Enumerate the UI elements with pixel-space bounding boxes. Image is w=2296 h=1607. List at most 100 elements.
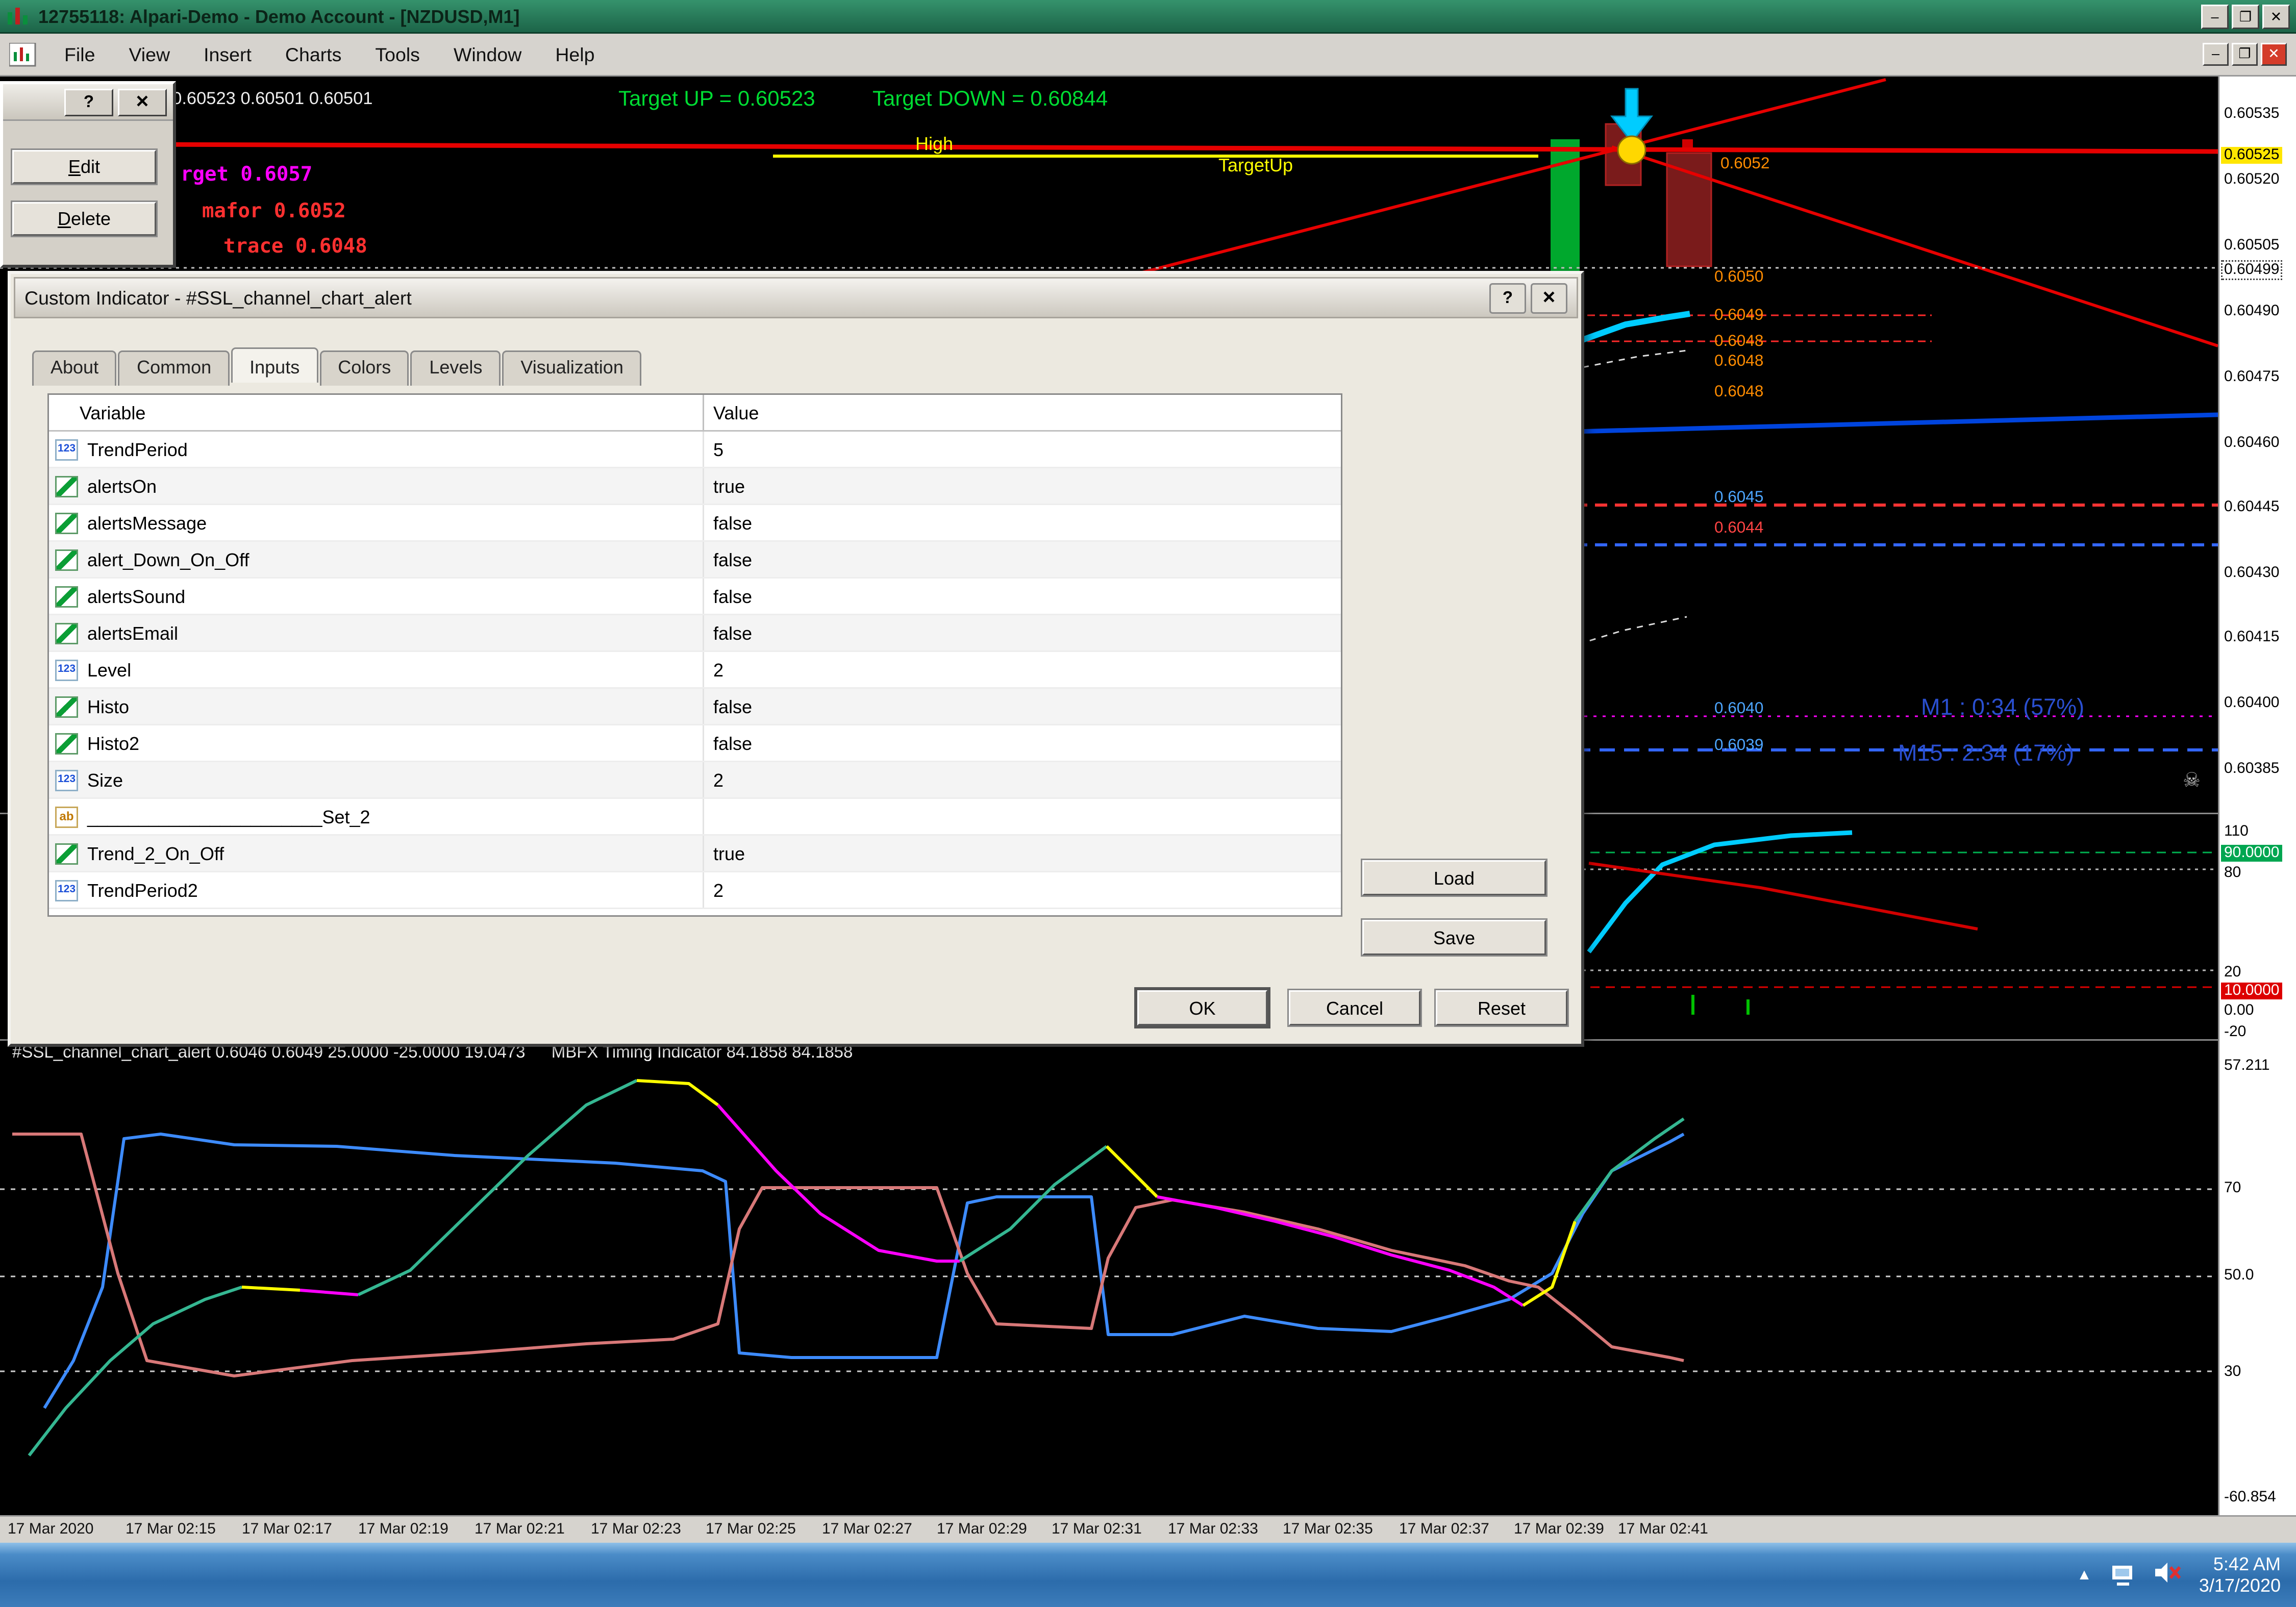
bool-type-icon: [55, 696, 78, 717]
menu-window[interactable]: Window: [438, 38, 537, 71]
maximize-button[interactable]: ❐: [2232, 4, 2259, 29]
param-value[interactable]: false: [704, 512, 1341, 534]
time-label: 17 Mar 02:35: [1283, 1521, 1373, 1538]
line-mbfx-green-2: [358, 1081, 637, 1295]
param-row[interactable]: alert_Down_On_Offfalse: [49, 542, 1341, 579]
time-label: 17 Mar 02:27: [822, 1521, 912, 1538]
param-row[interactable]: alertsSound false: [49, 579, 1341, 615]
scale-label: 57.211: [2224, 1058, 2270, 1074]
bool-type-icon: [55, 475, 78, 497]
mdi-restore-button[interactable]: ❐: [2232, 43, 2258, 66]
price-scale[interactable]: 0.605350.605250.605200.605050.604990.604…: [2218, 77, 2296, 1515]
titlebar[interactable]: 12755118: Alpari-Demo - Demo Account - […: [0, 0, 2296, 34]
menu-charts[interactable]: Charts: [270, 38, 357, 71]
num-type-icon: 123: [55, 769, 78, 791]
param-row[interactable]: alertsMessagefalse: [49, 505, 1341, 542]
time-axis[interactable]: 17 Mar 202017 Mar 02:1517 Mar 02:1717 Ma…: [0, 1515, 2296, 1543]
param-name: alertsEmail: [87, 622, 178, 644]
param-value[interactable]: true: [704, 475, 1341, 497]
taskbar: ▲ 5:42 AM 3/17/2020: [0, 1543, 2296, 1607]
mini-help-button[interactable]: ?: [64, 88, 113, 116]
tab-common[interactable]: Common: [118, 350, 230, 386]
param-row[interactable]: alertsEmail false: [49, 615, 1341, 652]
mt4-window: 12755118: Alpari-Demo - Demo Account - […: [0, 0, 2296, 1607]
tab-levels[interactable]: Levels: [411, 350, 501, 386]
reset-button[interactable]: Reset: [1436, 990, 1567, 1025]
speaker-muted-icon[interactable]: [2153, 1561, 2181, 1589]
mdi-close-button[interactable]: ✕: [2261, 43, 2287, 66]
ok-button[interactable]: OK: [1137, 990, 1267, 1025]
scale-label: 0.60430: [2224, 565, 2279, 582]
network-icon[interactable]: [2110, 1565, 2135, 1585]
bool-type-icon: [55, 586, 78, 607]
scale-label: 0.60490: [2224, 303, 2279, 320]
dialog-tabs: AboutCommonInputsColorsLevelsVisualizati…: [32, 347, 643, 383]
param-value[interactable]: 2: [704, 659, 1341, 681]
custom-indicator-dialog: Custom Indicator - #SSL_channel_chart_al…: [8, 271, 1584, 1047]
tab-inputs[interactable]: Inputs: [231, 347, 318, 383]
scale-label: 80: [2224, 865, 2241, 882]
scale-label: -60.854: [2224, 1489, 2276, 1506]
param-name: _______________________Set_2: [87, 806, 370, 827]
bool-type-icon: [55, 549, 78, 570]
param-value[interactable]: true: [704, 843, 1341, 864]
param-name: alertsSound: [87, 586, 185, 607]
param-value[interactable]: false: [704, 733, 1341, 754]
mini-dialog-titlebar[interactable]: ? ✕: [3, 84, 173, 121]
line-mbfx-yellow-1: [242, 1287, 300, 1290]
menu-insert[interactable]: Insert: [188, 38, 267, 71]
scale-label: 20: [2224, 964, 2241, 981]
tray-expand-icon[interactable]: ▲: [2077, 1567, 2092, 1584]
tab-visualization[interactable]: Visualization: [502, 350, 641, 386]
cancel-button[interactable]: Cancel: [1289, 990, 1420, 1025]
time-label: 17 Mar 02:31: [1052, 1521, 1142, 1538]
param-value[interactable]: false: [704, 549, 1341, 570]
scale-label: 0.60415: [2224, 629, 2279, 646]
dialog-titlebar[interactable]: Custom Indicator - #SSL_channel_chart_al…: [14, 277, 1578, 318]
menu-file[interactable]: File: [49, 38, 110, 71]
param-name-cell: Histo2: [49, 725, 704, 761]
menu-view[interactable]: View: [113, 38, 185, 71]
delete-button[interactable]: Delete: [12, 202, 156, 236]
tab-colors[interactable]: Colors: [319, 350, 409, 386]
properties-mini-dialog: ? ✕ Edit Delete: [0, 81, 176, 268]
param-row[interactable]: ab_______________________Set_2: [49, 799, 1341, 836]
save-button[interactable]: Save: [1362, 920, 1546, 955]
line-mbfx-green-4: [1575, 1119, 1684, 1221]
menu-help[interactable]: Help: [540, 38, 610, 71]
param-row[interactable]: Histofalse: [49, 689, 1341, 725]
line-mbfx-yellow-4: [1523, 1221, 1575, 1305]
menu-tools[interactable]: Tools: [360, 38, 435, 71]
param-row[interactable]: 123TrendPeriod5: [49, 432, 1341, 468]
param-value[interactable]: false: [704, 622, 1341, 644]
param-value[interactable]: false: [704, 586, 1341, 607]
scale-label: 0.60445: [2224, 499, 2279, 516]
dialog-help-button[interactable]: ?: [1489, 283, 1526, 313]
bool-type-icon: [55, 622, 78, 644]
param-row[interactable]: alertsOntrue: [49, 468, 1341, 505]
time-label: 17 Mar 02:33: [1168, 1521, 1258, 1538]
param-row[interactable]: 123Level2: [49, 652, 1341, 689]
minimize-button[interactable]: –: [2201, 4, 2229, 29]
dialog-close-button[interactable]: ✕: [1531, 283, 1567, 313]
param-row[interactable]: Trend_2_On_Offtrue: [49, 836, 1341, 872]
param-value[interactable]: 2: [704, 769, 1341, 791]
param-value[interactable]: 5: [704, 439, 1341, 460]
param-row[interactable]: Histo2false: [49, 725, 1341, 762]
mdi-minimize-button[interactable]: –: [2203, 43, 2229, 66]
scale-label: 0.60400: [2224, 695, 2279, 712]
edit-button[interactable]: Edit: [12, 150, 156, 184]
time-label: 17 Mar 02:15: [126, 1521, 216, 1538]
clock[interactable]: 5:42 AM 3/17/2020: [2199, 1553, 2281, 1596]
scale-label: 0.60520: [2224, 171, 2279, 188]
param-row[interactable]: 123TrendPeriod22: [49, 872, 1341, 909]
param-value[interactable]: false: [704, 696, 1341, 717]
num-type-icon: 123: [55, 439, 78, 460]
dialog-title: Custom Indicator - #SSL_channel_chart_al…: [24, 287, 1489, 309]
load-button[interactable]: Load: [1362, 860, 1546, 895]
tab-about[interactable]: About: [32, 350, 117, 386]
mini-close-button[interactable]: ✕: [118, 88, 167, 116]
param-value[interactable]: 2: [704, 880, 1341, 901]
param-row[interactable]: 123Size2: [49, 762, 1341, 799]
close-button[interactable]: ✕: [2262, 4, 2290, 29]
